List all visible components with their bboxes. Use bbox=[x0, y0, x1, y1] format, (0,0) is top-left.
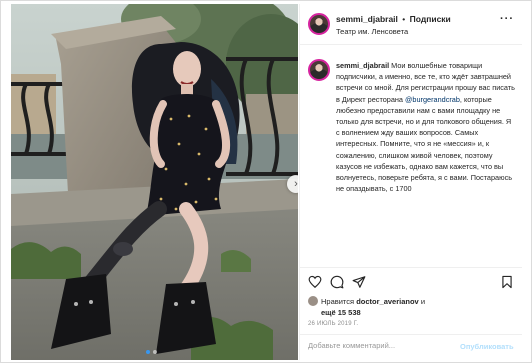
liker-username-link[interactable]: doctor_averianov bbox=[356, 297, 419, 306]
carousel-dot bbox=[153, 350, 157, 354]
separator-dot: • bbox=[402, 14, 406, 24]
post-date[interactable]: 26 ИЮЛЬ 2019 Г. bbox=[308, 321, 358, 327]
location-link[interactable]: Театр им. Ленсовета bbox=[336, 27, 408, 36]
author-username-link[interactable]: semmi_djabrail bbox=[336, 14, 398, 24]
comment-input[interactable] bbox=[308, 341, 448, 350]
post-header: semmi_djabrail • Подписки Театр им. Ленс… bbox=[300, 4, 522, 45]
comment-icon[interactable] bbox=[330, 275, 344, 289]
likes-count-link[interactable]: ещё 15 538 bbox=[321, 308, 361, 317]
carousel-next-button[interactable]: › bbox=[287, 175, 298, 193]
bookmark-icon[interactable] bbox=[500, 275, 514, 289]
action-bar bbox=[300, 267, 522, 298]
caption-area: semmi_djabrail Мои волшебные товарищи по… bbox=[300, 45, 522, 267]
caption-author-avatar[interactable] bbox=[308, 59, 330, 81]
more-options-icon[interactable]: ··· bbox=[500, 13, 514, 25]
heart-icon[interactable] bbox=[308, 275, 322, 289]
add-comment-bar: Опубликовать bbox=[300, 334, 522, 361]
instagram-post-window: › semmi_djabrail • Подписки Театр им. Ле… bbox=[0, 0, 532, 363]
comment-icon-graphic bbox=[330, 275, 344, 289]
carousel-dot bbox=[146, 350, 150, 354]
likes-connector: и bbox=[420, 297, 426, 306]
bookmark-icon-graphic bbox=[502, 275, 512, 289]
photo-illustration bbox=[11, 4, 298, 360]
heart-icon-graphic bbox=[308, 275, 322, 289]
post-comment-button[interactable]: Опубликовать bbox=[460, 342, 514, 351]
caption-text-continued: , которые любезно предоставили нам с вам… bbox=[336, 94, 513, 194]
caption-username-link[interactable]: semmi_djabrail bbox=[336, 61, 389, 70]
mention-link[interactable]: @burgerandcrab bbox=[405, 95, 460, 104]
share-icon[interactable] bbox=[352, 275, 366, 289]
author-avatar[interactable] bbox=[308, 13, 330, 35]
likes-summary: Нравится doctor_averianov и ещё 15 538 bbox=[308, 296, 518, 318]
following-button[interactable]: Подписки bbox=[410, 14, 451, 24]
chevron-right-icon: › bbox=[294, 178, 298, 190]
post-side-panel: semmi_djabrail • Подписки Театр им. Ленс… bbox=[299, 4, 522, 360]
header-user-line: semmi_djabrail • Подписки bbox=[336, 14, 451, 24]
post-caption: semmi_djabrail Мои волшебные товарищи по… bbox=[336, 60, 516, 194]
carousel-indicator bbox=[146, 350, 157, 354]
post-photo[interactable]: › bbox=[11, 4, 298, 360]
liker-avatar bbox=[308, 296, 318, 306]
share-icon-graphic bbox=[352, 276, 366, 288]
likes-prefix: Нравится bbox=[321, 297, 355, 306]
